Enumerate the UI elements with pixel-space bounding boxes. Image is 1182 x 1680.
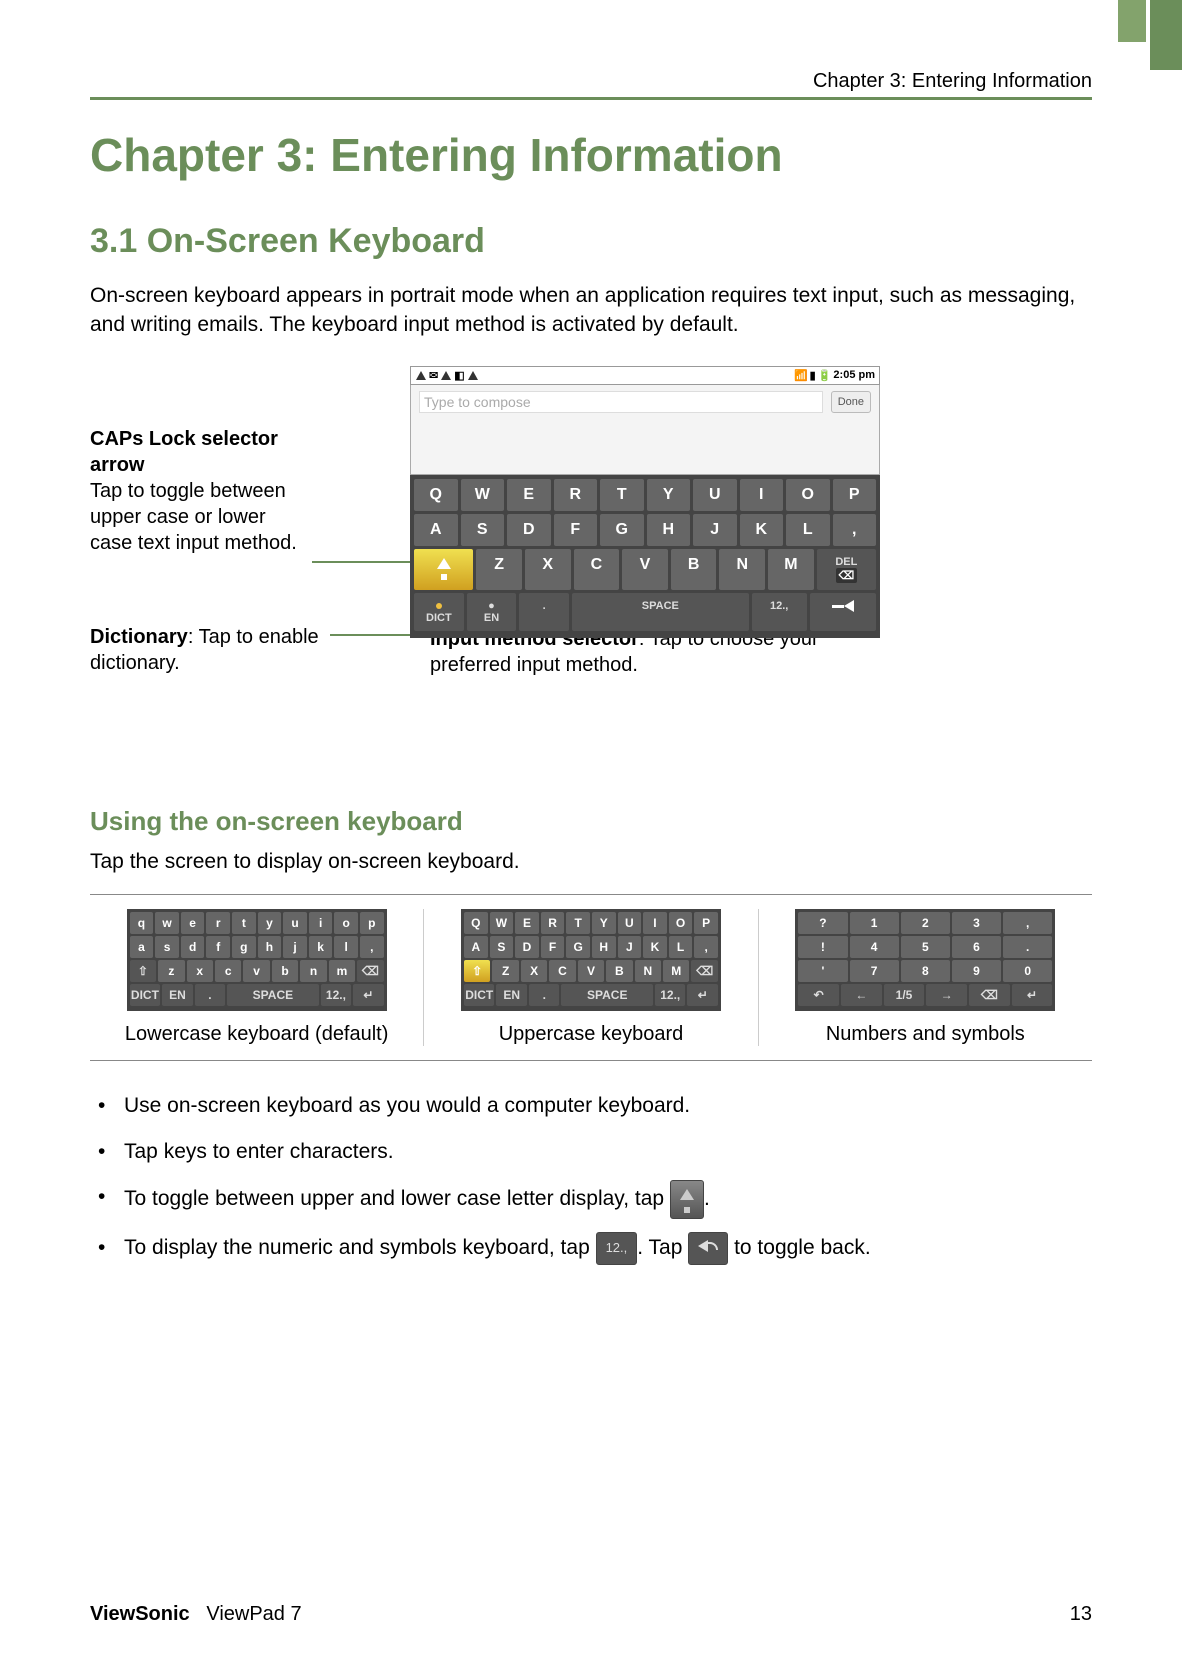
keyboard-diagram: CAPs Lock selector arrow Tap to toggle b… — [90, 366, 1092, 746]
key-p[interactable]: P — [833, 479, 877, 511]
intro-paragraph: On-screen keyboard appears in portrait m… — [90, 281, 1092, 340]
caption-uppercase: Uppercase keyboard — [434, 1023, 747, 1046]
key-m[interactable]: M — [768, 549, 814, 590]
del-icon: ⌫ — [691, 960, 717, 982]
numeric-key[interactable]: 12., — [752, 593, 807, 631]
instruction-list: Use on-screen keyboard as you would a co… — [90, 1083, 1092, 1271]
key-o[interactable]: O — [786, 479, 830, 511]
key-comma[interactable]: , — [833, 514, 877, 546]
dict-key[interactable]: DICT — [414, 593, 464, 631]
key-z[interactable]: Z — [476, 549, 522, 590]
key-i[interactable]: I — [740, 479, 784, 511]
delete-key[interactable]: DEL⌫ — [817, 549, 876, 590]
enter-icon: ↵ — [1012, 984, 1053, 1006]
key-k[interactable]: K — [740, 514, 784, 546]
key-s[interactable]: S — [461, 514, 505, 546]
keyboard-variants-table: qwertyuiop asdfghjkl, ⇧ zxcvbnm ⌫ DICT E… — [90, 894, 1092, 1061]
bullet-4: To display the numeric and symbols keybo… — [90, 1225, 1092, 1271]
shift-icon: ⇧ — [130, 960, 156, 982]
chapter-title: Chapter 3: Entering Information — [90, 128, 1092, 182]
del-icon: ⌫ — [357, 960, 383, 982]
key-j[interactable]: J — [693, 514, 737, 546]
callout-caps-lock: CAPs Lock selector arrow Tap to toggle b… — [90, 426, 310, 556]
shift-key[interactable] — [414, 549, 473, 590]
key-h[interactable]: H — [647, 514, 691, 546]
col-lowercase: qwertyuiop asdfghjkl, ⇧ zxcvbnm ⌫ DICT E… — [90, 909, 424, 1046]
key-n[interactable]: N — [719, 549, 765, 590]
page-number: 13 — [1070, 1603, 1092, 1626]
mini-kbd-lower: qwertyuiop asdfghjkl, ⇧ zxcvbnm ⌫ DICT E… — [127, 909, 387, 1011]
key-a[interactable]: A — [414, 514, 458, 546]
col-numbers: ?123, !456. '7890 ↶ ← 1/5 → ⌫ ↵ Numbers … — [759, 909, 1092, 1046]
key-y[interactable]: Y — [647, 479, 691, 511]
compose-area: Type to compose Done — [410, 385, 880, 475]
right-icon: → — [926, 984, 967, 1006]
page-tab-decoration — [1118, 0, 1182, 70]
period-key[interactable]: . — [519, 593, 569, 631]
inline-back-icon — [688, 1232, 728, 1265]
on-screen-keyboard: Q W E R T Y U I O P A S D F G H — [410, 475, 880, 638]
key-f[interactable]: F — [554, 514, 598, 546]
bullet-3: To toggle between upper and lower case l… — [90, 1174, 1092, 1225]
status-bar: ✉◧ 📶▮🔋2:05 pm — [410, 366, 880, 385]
key-d[interactable]: D — [507, 514, 551, 546]
subsection-title: Using the on-screen keyboard — [90, 806, 1092, 837]
key-v[interactable]: V — [622, 549, 668, 590]
key-u[interactable]: U — [693, 479, 737, 511]
key-t[interactable]: T — [600, 479, 644, 511]
bullet-1: Use on-screen keyboard as you would a co… — [90, 1083, 1092, 1129]
bullet-2: Tap keys to enter characters. — [90, 1129, 1092, 1175]
key-q[interactable]: Q — [414, 479, 458, 511]
shift-icon: ⇧ — [464, 960, 490, 982]
key-w[interactable]: W — [461, 479, 505, 511]
section-title: 3.1 On-Screen Keyboard — [90, 222, 1092, 261]
enter-icon: ↵ — [687, 984, 718, 1006]
inline-shift-icon — [670, 1180, 704, 1219]
compose-hint: Type to compose — [419, 391, 823, 413]
done-button[interactable]: Done — [831, 391, 871, 413]
key-r[interactable]: R — [554, 479, 598, 511]
page-footer: ViewSonic ViewPad 7 13 — [90, 1603, 1092, 1626]
header-rule — [90, 97, 1092, 100]
enter-key[interactable] — [810, 593, 876, 631]
lang-key[interactable]: ●EN — [467, 593, 517, 631]
key-x[interactable]: X — [525, 549, 571, 590]
using-intro: Tap the screen to display on-screen keyb… — [90, 847, 1092, 876]
phone-mockup: ✉◧ 📶▮🔋2:05 pm Type to compose Done Q W E… — [410, 366, 880, 638]
mini-kbd-upper: QWERTYUIOP ASDFGHJKL, ⇧ ZXCVBNM ⌫ DICT E… — [461, 909, 721, 1011]
col-uppercase: QWERTYUIOP ASDFGHJKL, ⇧ ZXCVBNM ⌫ DICT E… — [424, 909, 758, 1046]
key-g[interactable]: G — [600, 514, 644, 546]
key-l[interactable]: L — [786, 514, 830, 546]
left-icon: ← — [841, 984, 882, 1006]
caption-lowercase: Lowercase keyboard (default) — [100, 1023, 413, 1046]
caption-numbers: Numbers and symbols — [769, 1023, 1082, 1046]
space-key[interactable]: SPACE — [572, 593, 749, 631]
key-e[interactable]: E — [507, 479, 551, 511]
key-b[interactable]: B — [671, 549, 717, 590]
inline-num-icon: 12., — [596, 1232, 638, 1265]
back-icon: ↶ — [798, 984, 839, 1006]
mini-kbd-nums: ?123, !456. '7890 ↶ ← 1/5 → ⌫ ↵ — [795, 909, 1055, 1011]
running-header: Chapter 3: Entering Information — [90, 70, 1092, 93]
callout-dictionary: Dictionary: Tap to enable dictionary. — [90, 624, 330, 676]
enter-icon: ↵ — [353, 984, 384, 1006]
key-c[interactable]: C — [574, 549, 620, 590]
del-icon: ⌫ — [969, 984, 1010, 1006]
